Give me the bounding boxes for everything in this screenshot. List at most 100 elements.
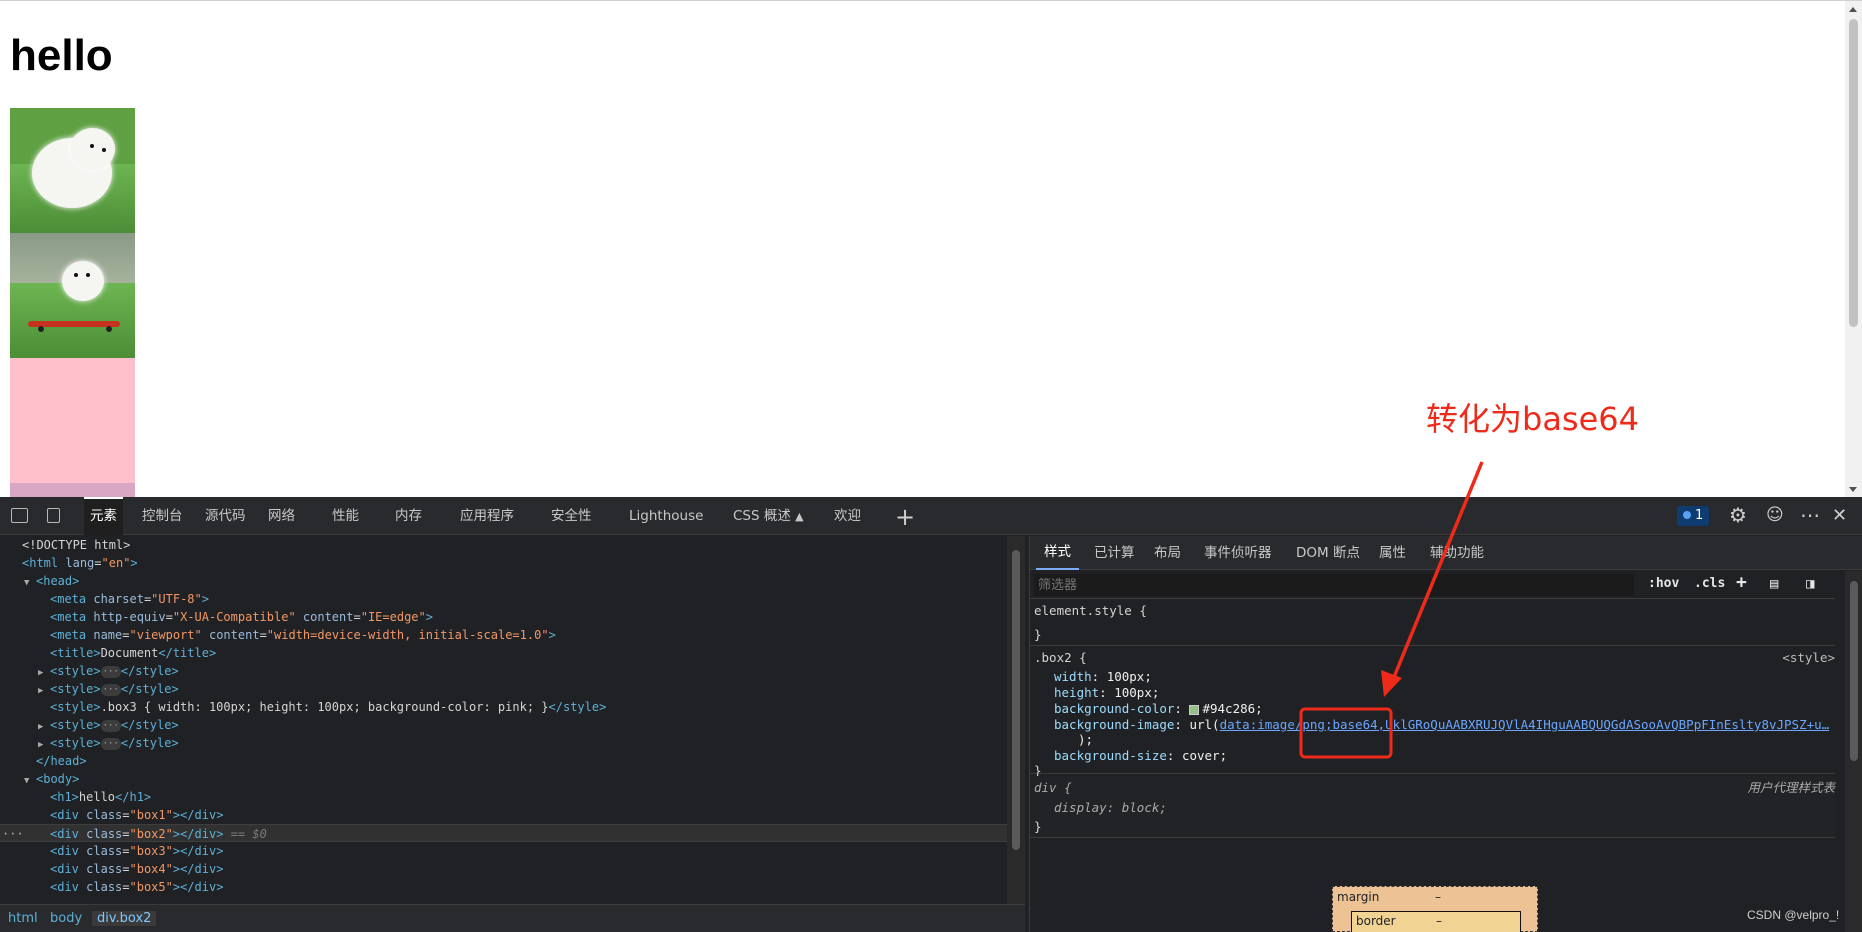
tab-computed[interactable]: 已计算 bbox=[1086, 536, 1143, 570]
styles-scrollbar[interactable] bbox=[1845, 571, 1862, 932]
decl-background-image[interactable]: background-image: url(data:image/png;bas… bbox=[1054, 717, 1844, 733]
decl-background-size[interactable]: background-size: cover; bbox=[1054, 748, 1227, 764]
tab-properties[interactable]: 属性 bbox=[1371, 536, 1414, 570]
dom-meta-charset[interactable]: <meta charset="UTF-8"> bbox=[0, 590, 209, 608]
dom-div-box4[interactable]: <div class="box4"></div> bbox=[0, 860, 223, 878]
dom-meta-compat[interactable]: <meta http-equiv="X-UA-Compatible" conte… bbox=[0, 608, 433, 626]
add-tab-icon[interactable]: + bbox=[895, 503, 915, 531]
box-model-border-value[interactable]: – bbox=[1436, 914, 1442, 928]
dom-div-box5[interactable]: <div class="box5"></div> bbox=[0, 878, 223, 896]
scroll-down-icon[interactable] bbox=[1849, 487, 1857, 492]
hov-button[interactable]: :hov bbox=[1648, 576, 1679, 591]
tab-styles[interactable]: 样式 bbox=[1036, 536, 1079, 570]
tab-lighthouse[interactable]: Lighthouse bbox=[623, 497, 709, 535]
issue-dot-icon bbox=[1683, 511, 1691, 519]
breadcrumb-div-box2[interactable]: div.box2 bbox=[92, 911, 157, 926]
box4-box bbox=[10, 483, 135, 498]
issues-badge[interactable]: 1 bbox=[1677, 506, 1710, 526]
dom-div-box2-selected[interactable]: ··· <div class="box2"></div> == $0 bbox=[0, 824, 1007, 842]
rule-close-brace: } bbox=[1034, 819, 1042, 834]
tab-memory[interactable]: 内存 bbox=[389, 497, 428, 535]
styles-pane: 样式 已计算 布局 事件侦听器 DOM 断点 属性 辅助功能 :hov .cls… bbox=[1029, 536, 1862, 932]
dom-title[interactable]: <title>Document</title> bbox=[0, 644, 216, 662]
tab-layout[interactable]: 布局 bbox=[1146, 536, 1189, 570]
inspect-element-icon[interactable] bbox=[11, 508, 28, 523]
dom-div-box3[interactable]: <div class="box3"></div> bbox=[0, 842, 223, 860]
tab-css-overview[interactable]: CSS 概述 ▲ bbox=[727, 497, 810, 535]
box-model-margin-value[interactable]: – bbox=[1435, 890, 1441, 904]
dom-head[interactable]: ▼ <head> bbox=[0, 572, 79, 590]
dom-meta-viewport[interactable]: <meta name="viewport" content="width=dev… bbox=[0, 626, 556, 644]
tab-console[interactable]: 控制台 bbox=[136, 497, 189, 535]
tab-accessibility[interactable]: 辅助功能 bbox=[1422, 536, 1492, 570]
dom-head-close[interactable]: </head> bbox=[0, 752, 87, 770]
breadcrumb-body[interactable]: body bbox=[50, 911, 82, 926]
dom-scrollbar-thumb[interactable] bbox=[1012, 550, 1020, 850]
tab-sources[interactable]: 源代码 bbox=[199, 497, 252, 535]
element-style-selector: element.style { bbox=[1034, 603, 1147, 618]
page-scrollbar-thumb[interactable] bbox=[1849, 19, 1858, 327]
box2-rule[interactable]: .box2 { <style> width: 100px; height: 10… bbox=[1030, 646, 1835, 778]
dom-style-collapsed[interactable]: ▶ <style> ··· </style> bbox=[0, 662, 179, 680]
dom-doctype[interactable]: <!DOCTYPE html> bbox=[0, 536, 130, 554]
dom-html[interactable]: <html lang="en"> bbox=[0, 554, 138, 572]
color-swatch[interactable] bbox=[1189, 704, 1200, 715]
styles-scrollbar-thumb[interactable] bbox=[1850, 581, 1858, 761]
device-toolbar-icon[interactable] bbox=[47, 508, 60, 523]
close-icon[interactable]: ✕ bbox=[1832, 505, 1847, 526]
dom-div-box1[interactable]: <div class="box1"></div> bbox=[0, 806, 223, 824]
new-rule-icon[interactable]: + bbox=[1736, 572, 1747, 593]
flask-icon: ▲ bbox=[795, 510, 804, 523]
base64-data-link[interactable]: data:image/png;base64,UklGRoQuAABXRUJQVl… bbox=[1220, 717, 1830, 732]
box2-dog-skateboard-image bbox=[10, 233, 135, 358]
decl-width[interactable]: width: 100px; bbox=[1054, 669, 1152, 685]
more-icon[interactable]: ⋯ bbox=[1800, 503, 1820, 527]
toggle-sidebar-icon[interactable]: ◨ bbox=[1806, 576, 1814, 592]
decl-background-color[interactable]: background-color: #94c286; bbox=[1054, 701, 1263, 717]
div-ua-rule: div { 用户代理样式表 display: block; } bbox=[1030, 776, 1835, 838]
box-model-margin-label: margin bbox=[1337, 890, 1380, 904]
box-model-border[interactable]: border – bbox=[1351, 911, 1521, 932]
tab-event-listeners[interactable]: 事件侦听器 bbox=[1196, 536, 1280, 570]
filter-input[interactable] bbox=[1034, 574, 1634, 596]
page-scrollbar[interactable] bbox=[1845, 1, 1862, 498]
tab-application[interactable]: 应用程序 bbox=[454, 497, 520, 535]
profile-icon[interactable]: ☺ bbox=[1766, 505, 1784, 525]
dom-body[interactable]: ▼ <body> bbox=[0, 770, 79, 788]
tab-network[interactable]: 网络 bbox=[262, 497, 301, 535]
user-agent-stylesheet-label: 用户代理样式表 bbox=[1747, 780, 1835, 795]
devtools-toolbar: 元素 控制台 源代码 网络 性能 内存 应用程序 安全性 Lighthouse … bbox=[0, 497, 1862, 535]
box-model-margin[interactable]: margin – border – bbox=[1332, 886, 1538, 932]
tab-performance[interactable]: 性能 bbox=[326, 497, 365, 535]
paint-brush-icon[interactable]: ▤ bbox=[1770, 576, 1778, 592]
dom-style-collapsed[interactable]: ▶ <style> ··· </style> bbox=[0, 734, 179, 752]
box1-dog-image bbox=[10, 108, 135, 233]
tab-dom-breakpoints[interactable]: DOM 断点 bbox=[1288, 536, 1368, 570]
dom-h1[interactable]: <h1>hello</h1> bbox=[0, 788, 151, 806]
watermark: CSDN @velpro_! bbox=[1747, 908, 1840, 922]
settings-icon[interactable]: ⚙ bbox=[1729, 503, 1747, 527]
rule-source-link[interactable]: <style> bbox=[1782, 650, 1835, 666]
dom-scrollbar[interactable] bbox=[1007, 536, 1025, 904]
dom-style-collapsed[interactable]: ▶ <style> ··· </style> bbox=[0, 680, 179, 698]
box-model-border-label: border bbox=[1356, 914, 1396, 928]
filter-bar: :hov .cls + ▤ ◨ bbox=[1030, 571, 1835, 599]
element-style-rule[interactable]: element.style { } bbox=[1030, 600, 1835, 646]
dom-style-box3[interactable]: <style>.box3 { width: 100px; height: 100… bbox=[0, 698, 606, 716]
tab-security[interactable]: 安全性 bbox=[545, 497, 598, 535]
dom-style-collapsed[interactable]: ▶ <style> ··· </style> bbox=[0, 716, 179, 734]
ellipsis-icon: ··· bbox=[100, 683, 121, 696]
breadcrumb-html[interactable]: html bbox=[8, 911, 38, 926]
annotation-label: 转化为base64 bbox=[1426, 400, 1640, 438]
scroll-up-icon[interactable] bbox=[1849, 7, 1857, 12]
decl-background-image-close: ); bbox=[1078, 732, 1094, 747]
decl-height[interactable]: height: 100px; bbox=[1054, 685, 1159, 701]
box3-pink-box bbox=[10, 358, 135, 483]
breadcrumb: html body div.box2 bbox=[0, 904, 1025, 932]
page-heading: hello bbox=[10, 31, 113, 80]
cls-button[interactable]: .cls bbox=[1694, 576, 1725, 591]
tab-elements[interactable]: 元素 bbox=[84, 497, 123, 535]
devtools-panel: 元素 控制台 源代码 网络 性能 内存 应用程序 安全性 Lighthouse … bbox=[0, 497, 1862, 932]
tab-welcome[interactable]: 欢迎 bbox=[828, 497, 867, 535]
ellipsis-icon: ··· bbox=[100, 737, 121, 750]
